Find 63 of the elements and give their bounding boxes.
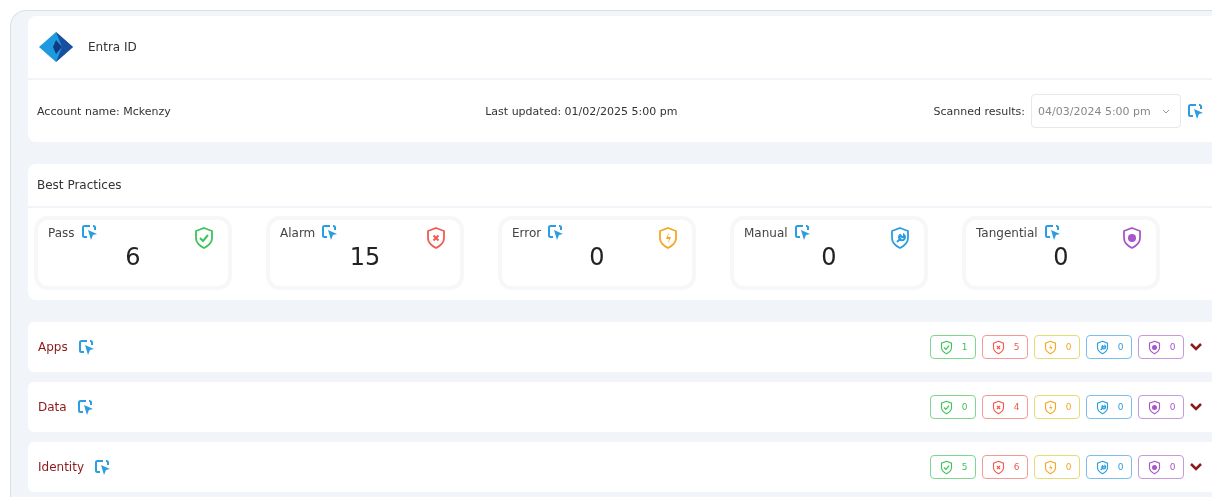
count-badge: 5 xyxy=(982,335,1028,359)
count-badge: 0 xyxy=(1138,395,1184,419)
shield-bolt-icon xyxy=(656,226,680,250)
stat-value: 0 xyxy=(588,243,606,271)
count-badge: 6 xyxy=(982,455,1028,479)
stat-label: Pass xyxy=(48,225,75,240)
cursor-box-icon[interactable] xyxy=(76,398,94,416)
shield-check-icon xyxy=(938,459,954,475)
shield-check-icon xyxy=(938,339,954,355)
cursor-box-icon[interactable] xyxy=(547,224,565,241)
stat-value: 15 xyxy=(348,243,382,271)
scanned-results-label: Scanned results: xyxy=(933,104,1025,118)
count-badge: 4 xyxy=(982,395,1028,419)
shield-bolt-icon xyxy=(1042,459,1058,475)
category-row[interactable]: Data 0 4 0 0 0 xyxy=(28,382,1212,432)
diamond-logo-icon xyxy=(38,31,74,63)
stat-label: Manual xyxy=(744,225,788,240)
cursor-box-icon[interactable] xyxy=(1187,102,1204,120)
count-badge: 0 xyxy=(930,395,976,419)
shield-bolt-icon xyxy=(1042,399,1058,415)
category-title: Apps xyxy=(38,340,68,354)
cursor-box-icon[interactable] xyxy=(77,338,95,356)
shield-x-icon xyxy=(990,339,1006,355)
chevron-down-icon xyxy=(1162,108,1170,114)
count-badge: 0 xyxy=(1138,455,1184,479)
category-title: Data xyxy=(38,400,67,414)
shield-x-icon xyxy=(990,399,1006,415)
category-row[interactable]: Apps 1 5 0 0 0 xyxy=(28,322,1212,372)
count-badge: 5 xyxy=(930,455,976,479)
count-badge: 0 xyxy=(1034,455,1080,479)
count-badge: 0 xyxy=(1034,395,1080,419)
category-title: Identity xyxy=(38,460,84,474)
stat-value: 0 xyxy=(1052,243,1070,271)
cursor-box-icon[interactable] xyxy=(80,224,98,241)
cursor-box-icon[interactable] xyxy=(321,224,339,241)
stat-value: 6 xyxy=(124,243,142,271)
stat-label: Error xyxy=(512,225,542,240)
count-badge: 0 xyxy=(1086,335,1132,359)
expand-chevron[interactable] xyxy=(1190,343,1202,351)
shield-x-icon xyxy=(424,226,448,250)
shield-bolt-icon xyxy=(1042,339,1058,355)
shield-x-icon xyxy=(990,459,1006,475)
app-title: Entra ID xyxy=(88,40,137,54)
count-badge: 0 xyxy=(1086,395,1132,419)
cursor-box-icon[interactable] xyxy=(94,458,111,476)
count-badge: 0 xyxy=(1034,335,1080,359)
last-updated: Last updated: 01/02/2025 5:00 pm xyxy=(485,104,678,118)
count-badge: 0 xyxy=(1138,335,1184,359)
section-title: Best Practices xyxy=(37,178,122,192)
category-row[interactable]: Identity 5 6 0 0 0 xyxy=(28,442,1212,492)
cursor-box-icon[interactable] xyxy=(793,224,811,241)
stat-value: 0 xyxy=(820,243,838,271)
stat-label: Tangential xyxy=(976,225,1038,240)
count-badge: 1 xyxy=(930,335,976,359)
cursor-box-icon[interactable] xyxy=(1043,224,1061,241)
shield-check-icon xyxy=(938,399,954,415)
count-badge: 0 xyxy=(1086,455,1132,479)
shield-check-icon xyxy=(192,226,216,250)
stat-label: Alarm xyxy=(280,225,316,240)
expand-chevron[interactable] xyxy=(1190,463,1202,471)
account-name: Account name: Mckenzy xyxy=(37,104,171,118)
expand-chevron[interactable] xyxy=(1190,403,1202,411)
scanned-results-select[interactable]: 04/03/2024 5:00 pm xyxy=(1031,94,1181,128)
